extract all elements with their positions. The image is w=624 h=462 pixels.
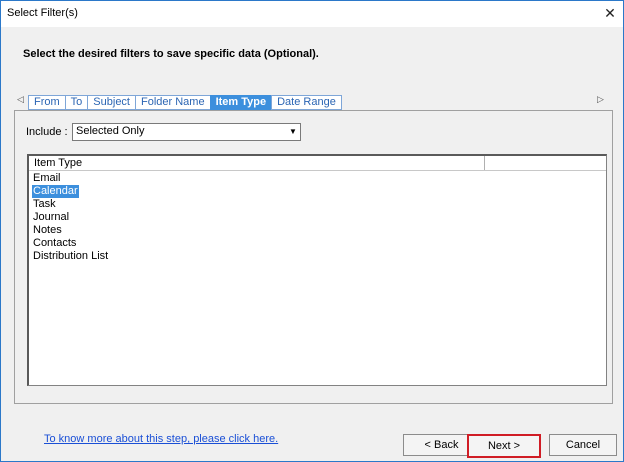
list-item[interactable]: Distribution List (32, 250, 109, 262)
list-items: Email Calendar Task Journal Notes Contac… (32, 172, 109, 263)
tab-from[interactable]: From (28, 95, 65, 110)
list-item[interactable]: Contacts (32, 237, 77, 249)
column-header-item-type[interactable]: Item Type (34, 157, 82, 169)
next-button[interactable]: Next > (467, 434, 541, 458)
list-item[interactable]: Task (32, 198, 57, 210)
tab-to[interactable]: To (64, 95, 88, 110)
list-item[interactable]: Email (32, 172, 62, 184)
window-title: Select Filter(s) (7, 7, 78, 19)
filter-tabs: From To Subject Folder Name Item Type Da… (28, 95, 342, 110)
include-select-value: Selected Only (76, 125, 145, 137)
dialog-body: Select the desired filters to save speci… (1, 27, 623, 461)
select-filter-dialog: Select Filter(s) ✕ Select the desired fi… (0, 0, 624, 462)
tab-subject[interactable]: Subject (87, 95, 135, 110)
include-select[interactable]: Selected Only ▼ (72, 123, 301, 141)
instruction-text: Select the desired filters to save speci… (23, 48, 319, 60)
close-icon[interactable]: ✕ (602, 4, 618, 22)
tab-panel: Include : Selected Only ▼ Item Type Emai… (14, 110, 613, 404)
chevron-right-icon[interactable]: ▷ (597, 94, 604, 105)
column-separator[interactable] (484, 156, 485, 170)
help-link[interactable]: To know more about this step, please cli… (44, 433, 278, 445)
chevron-down-icon[interactable]: ▼ (286, 124, 300, 140)
list-item-selected[interactable]: Calendar (32, 185, 79, 198)
list-item[interactable]: Notes (32, 224, 63, 236)
tab-folder-name[interactable]: Folder Name (135, 95, 210, 110)
item-type-list[interactable]: Item Type Email Calendar Task Journal No… (27, 154, 607, 386)
cancel-button[interactable]: Cancel (549, 434, 617, 456)
chevron-left-icon[interactable]: ◁ (17, 94, 24, 105)
list-item[interactable]: Journal (32, 211, 70, 223)
tab-item-type[interactable]: Item Type (209, 95, 272, 110)
list-header: Item Type (29, 156, 606, 171)
tab-date-range[interactable]: Date Range (271, 95, 342, 110)
title-bar: Select Filter(s) ✕ (1, 1, 623, 27)
include-label: Include : (26, 126, 68, 138)
